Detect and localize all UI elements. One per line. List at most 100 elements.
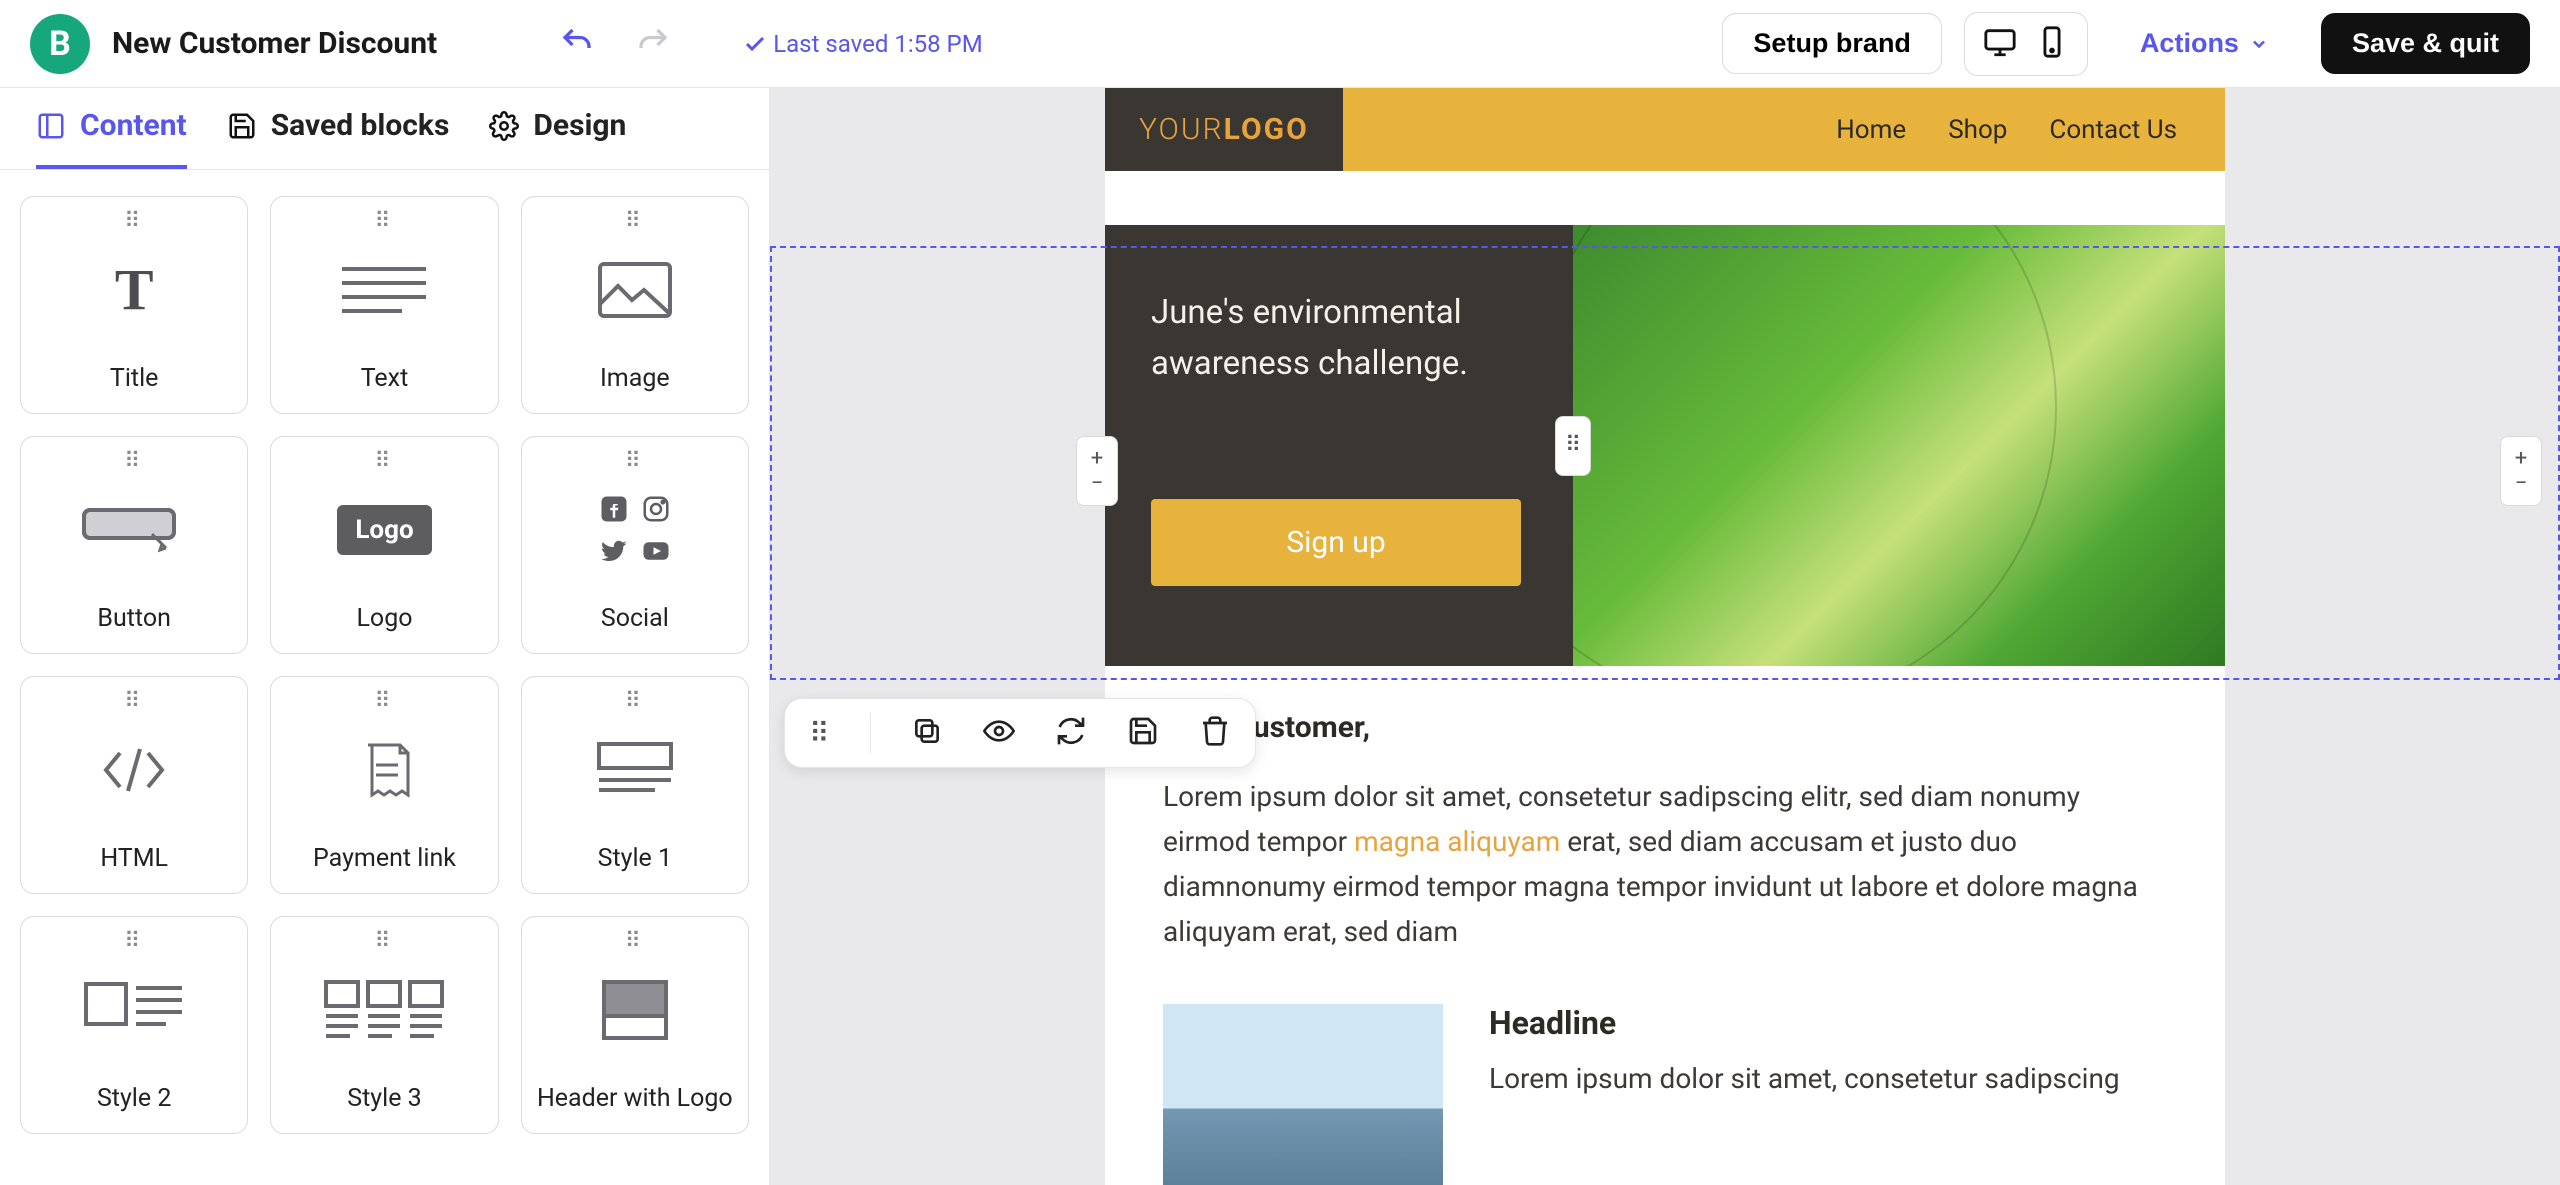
save-icon: [227, 111, 257, 141]
tab-content[interactable]: Content: [36, 108, 187, 169]
story-image[interactable]: [1163, 1004, 1443, 1185]
block-label: Title: [110, 364, 159, 393]
sync-icon[interactable]: [1055, 715, 1087, 751]
nav-home[interactable]: Home: [1836, 115, 1906, 145]
receipt-icon: [354, 695, 414, 844]
side-panel: Content Saved blocks Design T Title: [0, 88, 770, 1185]
nav-shop[interactable]: Shop: [1948, 115, 2007, 145]
drag-handle-icon: [124, 929, 144, 954]
drag-handle-icon: [124, 209, 144, 234]
block-image[interactable]: Image: [521, 196, 749, 414]
hero-image[interactable]: [1573, 225, 2225, 666]
block-html[interactable]: HTML: [20, 676, 248, 894]
text-icon: [342, 215, 426, 364]
side-panel-tabs: Content Saved blocks Design: [0, 88, 769, 170]
block-label: Style 2: [97, 1084, 171, 1113]
top-bar: B New Customer Discount Last saved 1:58 …: [0, 0, 2560, 88]
block-label: HTML: [100, 844, 168, 873]
drag-handle-icon: [374, 449, 394, 474]
minus-icon: −: [2515, 471, 2528, 496]
block-label: Button: [97, 604, 171, 633]
email-nav: Home Shop Contact Us: [1343, 88, 2225, 171]
body-section[interactable]: Dear Customer, Lorem ipsum dolor sit ame…: [1105, 666, 2225, 954]
greeting-text[interactable]: Dear Customer,: [1163, 710, 2167, 745]
email-header[interactable]: YOURLOGO Home Shop Contact Us: [1105, 88, 2225, 171]
social-icon: [599, 455, 671, 604]
nav-contact[interactable]: Contact Us: [2049, 115, 2177, 145]
plus-icon: +: [1091, 446, 1103, 471]
block-button[interactable]: Button: [20, 436, 248, 654]
redo-icon[interactable]: [635, 24, 671, 64]
document-title[interactable]: New Customer Discount: [112, 26, 437, 61]
body-paragraph[interactable]: Lorem ipsum dolor sit amet, consetetur s…: [1163, 775, 2167, 954]
tab-design-label: Design: [533, 108, 626, 143]
tab-content-label: Content: [80, 108, 187, 143]
layout-icon: [36, 111, 66, 141]
block-style-3[interactable]: Style 3: [270, 916, 498, 1134]
drag-handle-icon: [124, 689, 144, 714]
hero-heading[interactable]: June's environmental awareness challenge…: [1151, 287, 1527, 389]
block-label: Image: [600, 364, 670, 393]
desktop-icon[interactable]: [1983, 25, 2017, 63]
logo-text-2: LOGO: [1224, 112, 1309, 147]
drag-handle-icon: [374, 929, 394, 954]
actions-label: Actions: [2140, 28, 2239, 59]
block-toolbar: [784, 698, 1256, 768]
block-label: Logo: [356, 604, 412, 633]
button-icon: [82, 455, 186, 604]
visibility-icon[interactable]: [983, 715, 1015, 751]
drag-handle-icon: [625, 449, 645, 474]
email-logo[interactable]: YOURLOGO: [1105, 88, 1343, 171]
duplicate-icon[interactable]: [911, 715, 943, 751]
email-preview[interactable]: YOURLOGO Home Shop Contact Us June's env…: [1105, 88, 2225, 1185]
canvas[interactable]: YOURLOGO Home Shop Contact Us June's env…: [770, 88, 2560, 1185]
gear-icon: [489, 111, 519, 141]
setup-brand-button[interactable]: Setup brand: [1722, 13, 1942, 74]
undo-icon[interactable]: [559, 24, 595, 64]
delete-icon[interactable]: [1199, 715, 1231, 751]
column-drag-handle[interactable]: [1555, 416, 1591, 476]
logo-text-1: YOUR: [1139, 112, 1224, 147]
hero-section[interactable]: June's environmental awareness challenge…: [1105, 225, 2225, 666]
block-label: Payment link: [313, 844, 456, 873]
block-title[interactable]: T Title: [20, 196, 248, 414]
block-label: Style 1: [598, 844, 672, 873]
block-header-with-logo[interactable]: Header with Logo: [521, 916, 749, 1134]
image-icon: [598, 215, 672, 364]
minus-icon: −: [1091, 471, 1104, 496]
mobile-icon[interactable]: [2035, 25, 2069, 63]
actions-menu[interactable]: Actions: [2110, 14, 2299, 73]
save-quit-button[interactable]: Save & quit: [2321, 13, 2530, 74]
para-link[interactable]: magna aliquyam: [1354, 825, 1560, 858]
app-logo: B: [30, 14, 90, 74]
save-block-icon[interactable]: [1127, 715, 1159, 751]
block-palette: T Title Text Image: [0, 170, 769, 1160]
hero-text-column[interactable]: June's environmental awareness challenge…: [1105, 225, 1573, 666]
block-text[interactable]: Text: [270, 196, 498, 414]
style2-icon: [84, 935, 184, 1084]
code-icon: [94, 695, 174, 844]
block-style-2[interactable]: Style 2: [20, 916, 248, 1134]
drag-handle-icon: [124, 449, 144, 474]
style3-icon: [324, 935, 444, 1084]
style1-icon: [595, 695, 675, 844]
drag-handle-icon: [625, 689, 645, 714]
story-section[interactable]: Headline Lorem ipsum dolor sit amet, con…: [1105, 954, 2225, 1185]
chevron-down-icon: [2249, 34, 2269, 54]
tab-design[interactable]: Design: [489, 108, 626, 169]
block-logo[interactable]: Logo Logo: [270, 436, 498, 654]
drag-handle-icon[interactable]: [809, 717, 830, 750]
section-handle-right[interactable]: +−: [2500, 436, 2542, 506]
block-style-1[interactable]: Style 1: [521, 676, 749, 894]
story-paragraph[interactable]: Lorem ipsum dolor sit amet, consetetur s…: [1489, 1062, 2120, 1095]
hero-cta-button[interactable]: Sign up: [1151, 499, 1521, 586]
tab-saved-blocks[interactable]: Saved blocks: [227, 108, 450, 169]
block-payment-link[interactable]: Payment link: [270, 676, 498, 894]
block-label: Social: [601, 604, 669, 633]
block-social[interactable]: Social: [521, 436, 749, 654]
section-handle-left[interactable]: +−: [1076, 436, 1118, 506]
workspace: Content Saved blocks Design T Title: [0, 88, 2560, 1185]
story-headline[interactable]: Headline: [1489, 1004, 2120, 1042]
last-saved-indicator: Last saved 1:58 PM: [743, 30, 982, 58]
block-label: Header with Logo: [537, 1084, 733, 1113]
